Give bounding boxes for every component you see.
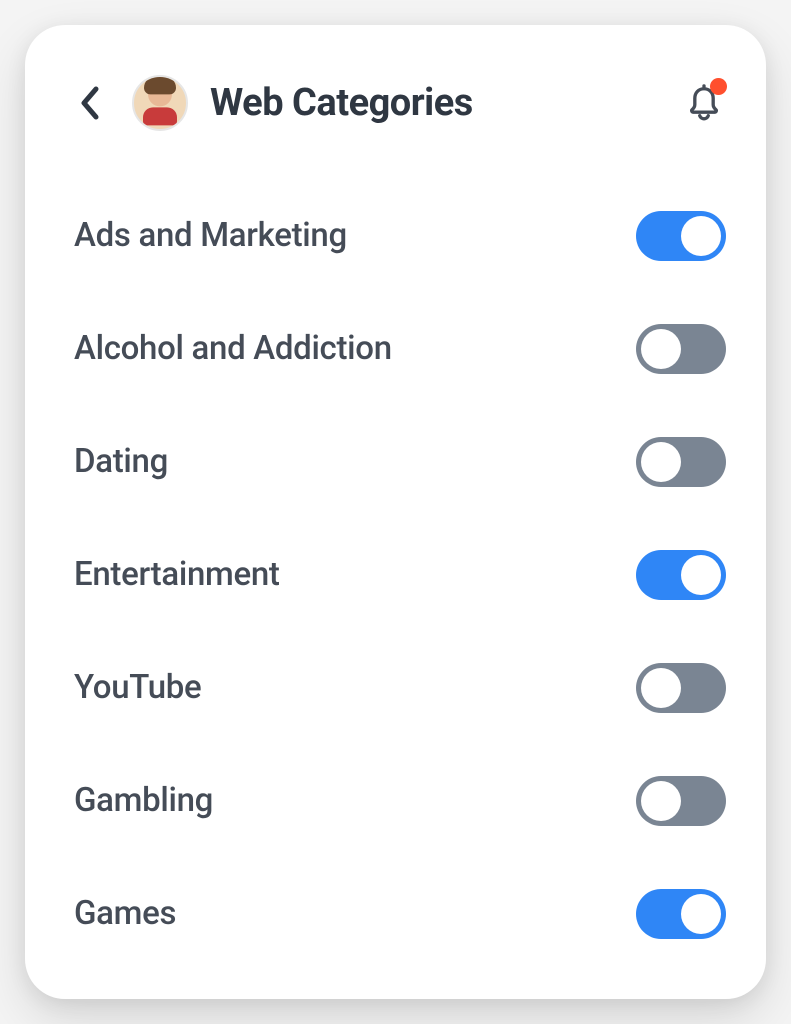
category-toggle-gambling[interactable] [636,776,726,826]
category-label: Gambling [74,781,213,820]
category-toggle-youtube[interactable] [636,663,726,713]
category-toggle-dating[interactable] [636,437,726,487]
category-label: Entertainment [74,555,280,594]
notification-badge [710,78,727,95]
category-row: Dating [74,405,726,518]
chevron-left-icon [78,85,102,121]
category-label: Alcohol and Addiction [74,329,392,368]
header: Web Categories [70,75,726,131]
category-toggle-games[interactable] [636,889,726,939]
notifications-button[interactable] [682,81,726,125]
category-toggle-entertainment[interactable] [636,550,726,600]
back-button[interactable] [70,83,110,123]
category-label: YouTube [74,668,201,707]
category-toggle-alcohol-and-addiction[interactable] [636,324,726,374]
category-label: Games [74,894,176,933]
category-toggle-ads-and-marketing[interactable] [636,211,726,261]
category-list: Ads and Marketing Alcohol and Addiction … [70,179,726,970]
category-row: Entertainment [74,518,726,631]
category-label: Dating [74,442,168,481]
avatar-image [143,82,177,125]
profile-avatar[interactable] [132,75,188,131]
category-row: Ads and Marketing [74,179,726,292]
category-row: Alcohol and Addiction [74,292,726,405]
category-row: Gambling [74,744,726,857]
category-row: YouTube [74,631,726,744]
settings-card: Web Categories Ads and Marketing Alcohol… [25,25,766,999]
page-title: Web Categories [210,81,473,125]
category-label: Ads and Marketing [74,216,347,255]
category-row: Games [74,857,726,970]
